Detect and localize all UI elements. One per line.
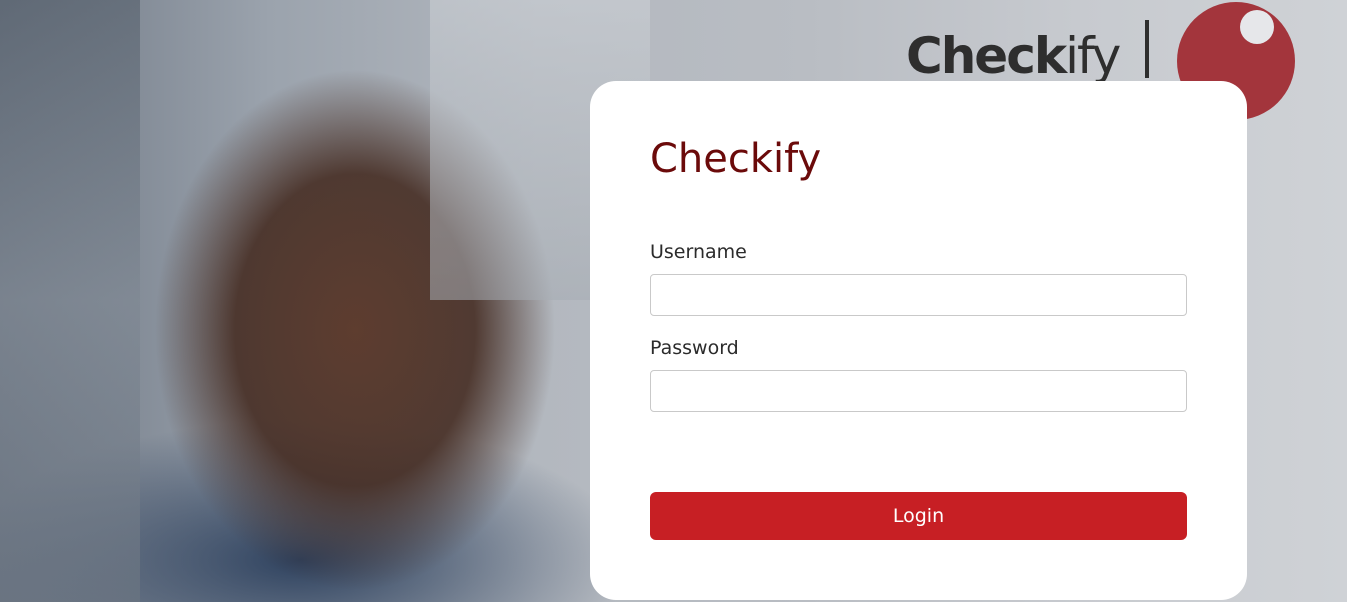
background-blur-left: [0, 0, 140, 602]
login-card: Checkify Username Password Login: [590, 81, 1247, 600]
brand-logo-dot-icon: [1240, 10, 1274, 44]
login-title: Checkify: [650, 136, 822, 182]
username-field[interactable]: [650, 274, 1187, 316]
login-button[interactable]: Login: [650, 492, 1187, 540]
username-label: Username: [650, 241, 747, 263]
brand-logo-divider: [1145, 20, 1149, 78]
password-field[interactable]: [650, 370, 1187, 412]
password-label: Password: [650, 337, 739, 359]
brand-logo-text: Checkify: [906, 27, 1121, 85]
